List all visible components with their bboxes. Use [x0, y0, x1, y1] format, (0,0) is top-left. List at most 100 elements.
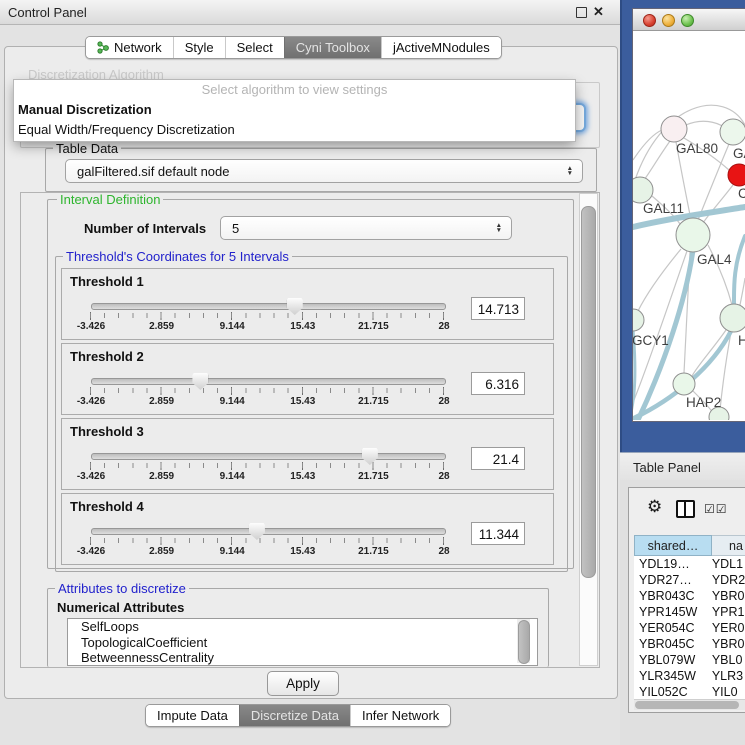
slider-minor-ticks	[90, 463, 445, 468]
network-edge[interactable]	[633, 130, 662, 160]
threshold-value-field-3[interactable]: 21.4	[471, 447, 525, 470]
number-of-intervals-combobox[interactable]: 5 ▲▼	[220, 216, 512, 240]
table-row[interactable]: YBR045CYBR0	[634, 636, 745, 652]
gear-icon[interactable]: ⚙	[647, 498, 662, 515]
apply-button[interactable]: Apply	[267, 671, 339, 696]
attribute-item-topologicalcoefficient[interactable]: TopologicalCoefficient	[68, 635, 537, 651]
tab-label: Style	[185, 40, 214, 55]
network-node[interactable]	[720, 119, 745, 145]
attribute-item-betweennesscentrality[interactable]: BetweennessCentrality	[68, 650, 537, 666]
table-rows: YDL19…YDL1YDR27…YDR2YBR043CYBR0YPR145WYP…	[634, 556, 745, 699]
threshold-panel-1: Threshold 1-3.4262.8599.14415.4321.71528…	[61, 268, 554, 340]
cell-name: YBR0	[708, 588, 745, 604]
threshold-slider-track[interactable]	[91, 303, 446, 310]
threshold-slider-track[interactable]	[91, 378, 446, 385]
attributes-list-scrollbar[interactable]	[517, 619, 530, 663]
network-edge[interactable]	[638, 249, 681, 311]
network-node[interactable]	[676, 218, 710, 252]
slider-tick-label: 9.144	[220, 546, 245, 557]
table-row[interactable]: YER054CYER0	[634, 620, 745, 636]
mode-tab-infer-network[interactable]: Infer Network	[350, 705, 450, 726]
network-edge[interactable]	[703, 185, 733, 223]
cell-shared-name: YER054C	[634, 620, 708, 636]
network-edge[interactable]	[740, 278, 745, 305]
attributes-list[interactable]: SelfLoopsTopologicalCoefficientBetweenne…	[67, 618, 538, 666]
tab-network[interactable]: Network	[86, 37, 173, 58]
network-canvas[interactable]: GAL80GACGAL11GAL4GCY1HHAP2	[633, 30, 745, 420]
slider-tick-label: 28	[438, 321, 449, 332]
tab-select[interactable]: Select	[225, 37, 284, 58]
mode-tab-impute-data[interactable]: Impute Data	[146, 705, 239, 726]
cell-name: YIL0	[708, 684, 745, 699]
tab-cyni-toolbox[interactable]: Cyni Toolbox	[284, 37, 381, 58]
table-hscrollbar-thumb[interactable]	[635, 701, 739, 709]
network-node[interactable]	[720, 304, 745, 332]
numerical-attributes-label: Numerical Attributes	[57, 600, 184, 615]
threshold-slider-track[interactable]	[91, 528, 446, 535]
attributes-group-title: Attributes to discretize	[55, 582, 189, 595]
column-header-name[interactable]: na	[712, 535, 745, 556]
network-node[interactable]	[633, 309, 644, 331]
threshold-label: Threshold 1	[70, 274, 144, 289]
threshold-value-field-4[interactable]: 11.344	[471, 522, 525, 545]
cell-name: YBR0	[708, 636, 745, 652]
network-node-label: GA	[733, 146, 745, 161]
close-traffic-light-icon[interactable]	[643, 14, 656, 27]
slider-minor-ticks	[90, 313, 445, 318]
mode-tab-discretize-data[interactable]: Discretize Data	[239, 705, 350, 726]
columns-icon[interactable]	[676, 500, 695, 518]
cell-shared-name: YBR045C	[634, 636, 708, 652]
zoom-traffic-light-icon[interactable]	[681, 14, 694, 27]
network-edge[interactable]	[644, 141, 670, 180]
attribute-item-selfloops[interactable]: SelfLoops	[68, 619, 537, 635]
attributes-scrollbar-thumb[interactable]	[518, 620, 530, 664]
column-header-shared-name[interactable]: shared…	[634, 535, 712, 556]
float-window-icon[interactable]	[576, 7, 587, 18]
tab-jactivemnodules[interactable]: jActiveMNodules	[381, 37, 501, 58]
threshold-slider-track[interactable]	[91, 453, 446, 460]
network-node[interactable]	[661, 116, 687, 142]
slider-tick-label: 9.144	[220, 321, 245, 332]
network-window-titlebar[interactable]	[633, 9, 745, 31]
cell-shared-name: YDR27…	[634, 572, 708, 588]
slider-tick-label: 21.715	[358, 471, 389, 482]
network-node[interactable]	[633, 177, 653, 203]
slider-tick-label: 2.859	[149, 396, 174, 407]
popup-item-manual-discretization[interactable]: Manual Discretization	[14, 100, 575, 120]
threshold-value-field-2[interactable]: 6.316	[471, 372, 525, 395]
cell-name: YDL1	[708, 556, 745, 572]
table-row[interactable]: YLR345WYLR3	[634, 668, 745, 684]
panel-scrollbar[interactable]	[579, 193, 598, 666]
network-edge-thick[interactable]	[734, 236, 745, 305]
cell-shared-name: YBR043C	[634, 588, 708, 604]
threshold-value-field-1[interactable]: 14.713	[471, 297, 525, 320]
slider-tick-label: 15.43	[290, 471, 315, 482]
table-row[interactable]: YDL19…YDL1	[634, 556, 745, 572]
popup-item-equal-width-frequency-discretization[interactable]: Equal Width/Frequency Discretization	[14, 120, 575, 140]
combobox-stepper-icon: ▲▼	[567, 166, 573, 176]
slider-tick-label: 15.43	[290, 396, 315, 407]
slider-tick-label: 2.859	[149, 321, 174, 332]
slider-tick-label: -3.426	[77, 471, 105, 482]
panel-scrollbar-thumb[interactable]	[581, 206, 596, 578]
network-node-label: H	[738, 333, 745, 348]
table-row[interactable]: YBL079WYBL0	[634, 652, 745, 668]
table-row[interactable]: YIL052CYIL0	[634, 684, 745, 699]
table-row[interactable]: YPR145WYPR1	[634, 604, 745, 620]
network-edge[interactable]	[686, 121, 724, 127]
threshold-panel-4: Threshold 4-3.4262.8599.14415.4321.71528…	[61, 493, 554, 565]
table-data-combobox[interactable]: galFiltered.sif default node ▲▼	[65, 159, 583, 183]
table-horizontal-scrollbar[interactable]	[634, 699, 745, 710]
table-row[interactable]: YBR043CYBR0	[634, 588, 745, 604]
cell-shared-name: YDL19…	[634, 556, 708, 572]
close-icon[interactable]: ✕	[593, 4, 604, 20]
network-edge[interactable]	[692, 330, 726, 376]
tab-style[interactable]: Style	[173, 37, 225, 58]
network-node-label: GAL11	[643, 201, 684, 216]
minimize-traffic-light-icon[interactable]	[662, 14, 675, 27]
network-icon	[97, 41, 109, 54]
network-node[interactable]	[728, 164, 745, 186]
table-row[interactable]: YDR27…YDR2	[634, 572, 745, 588]
checkboxes-icon[interactable]: ☑☑	[704, 502, 728, 516]
network-node[interactable]	[673, 373, 695, 395]
